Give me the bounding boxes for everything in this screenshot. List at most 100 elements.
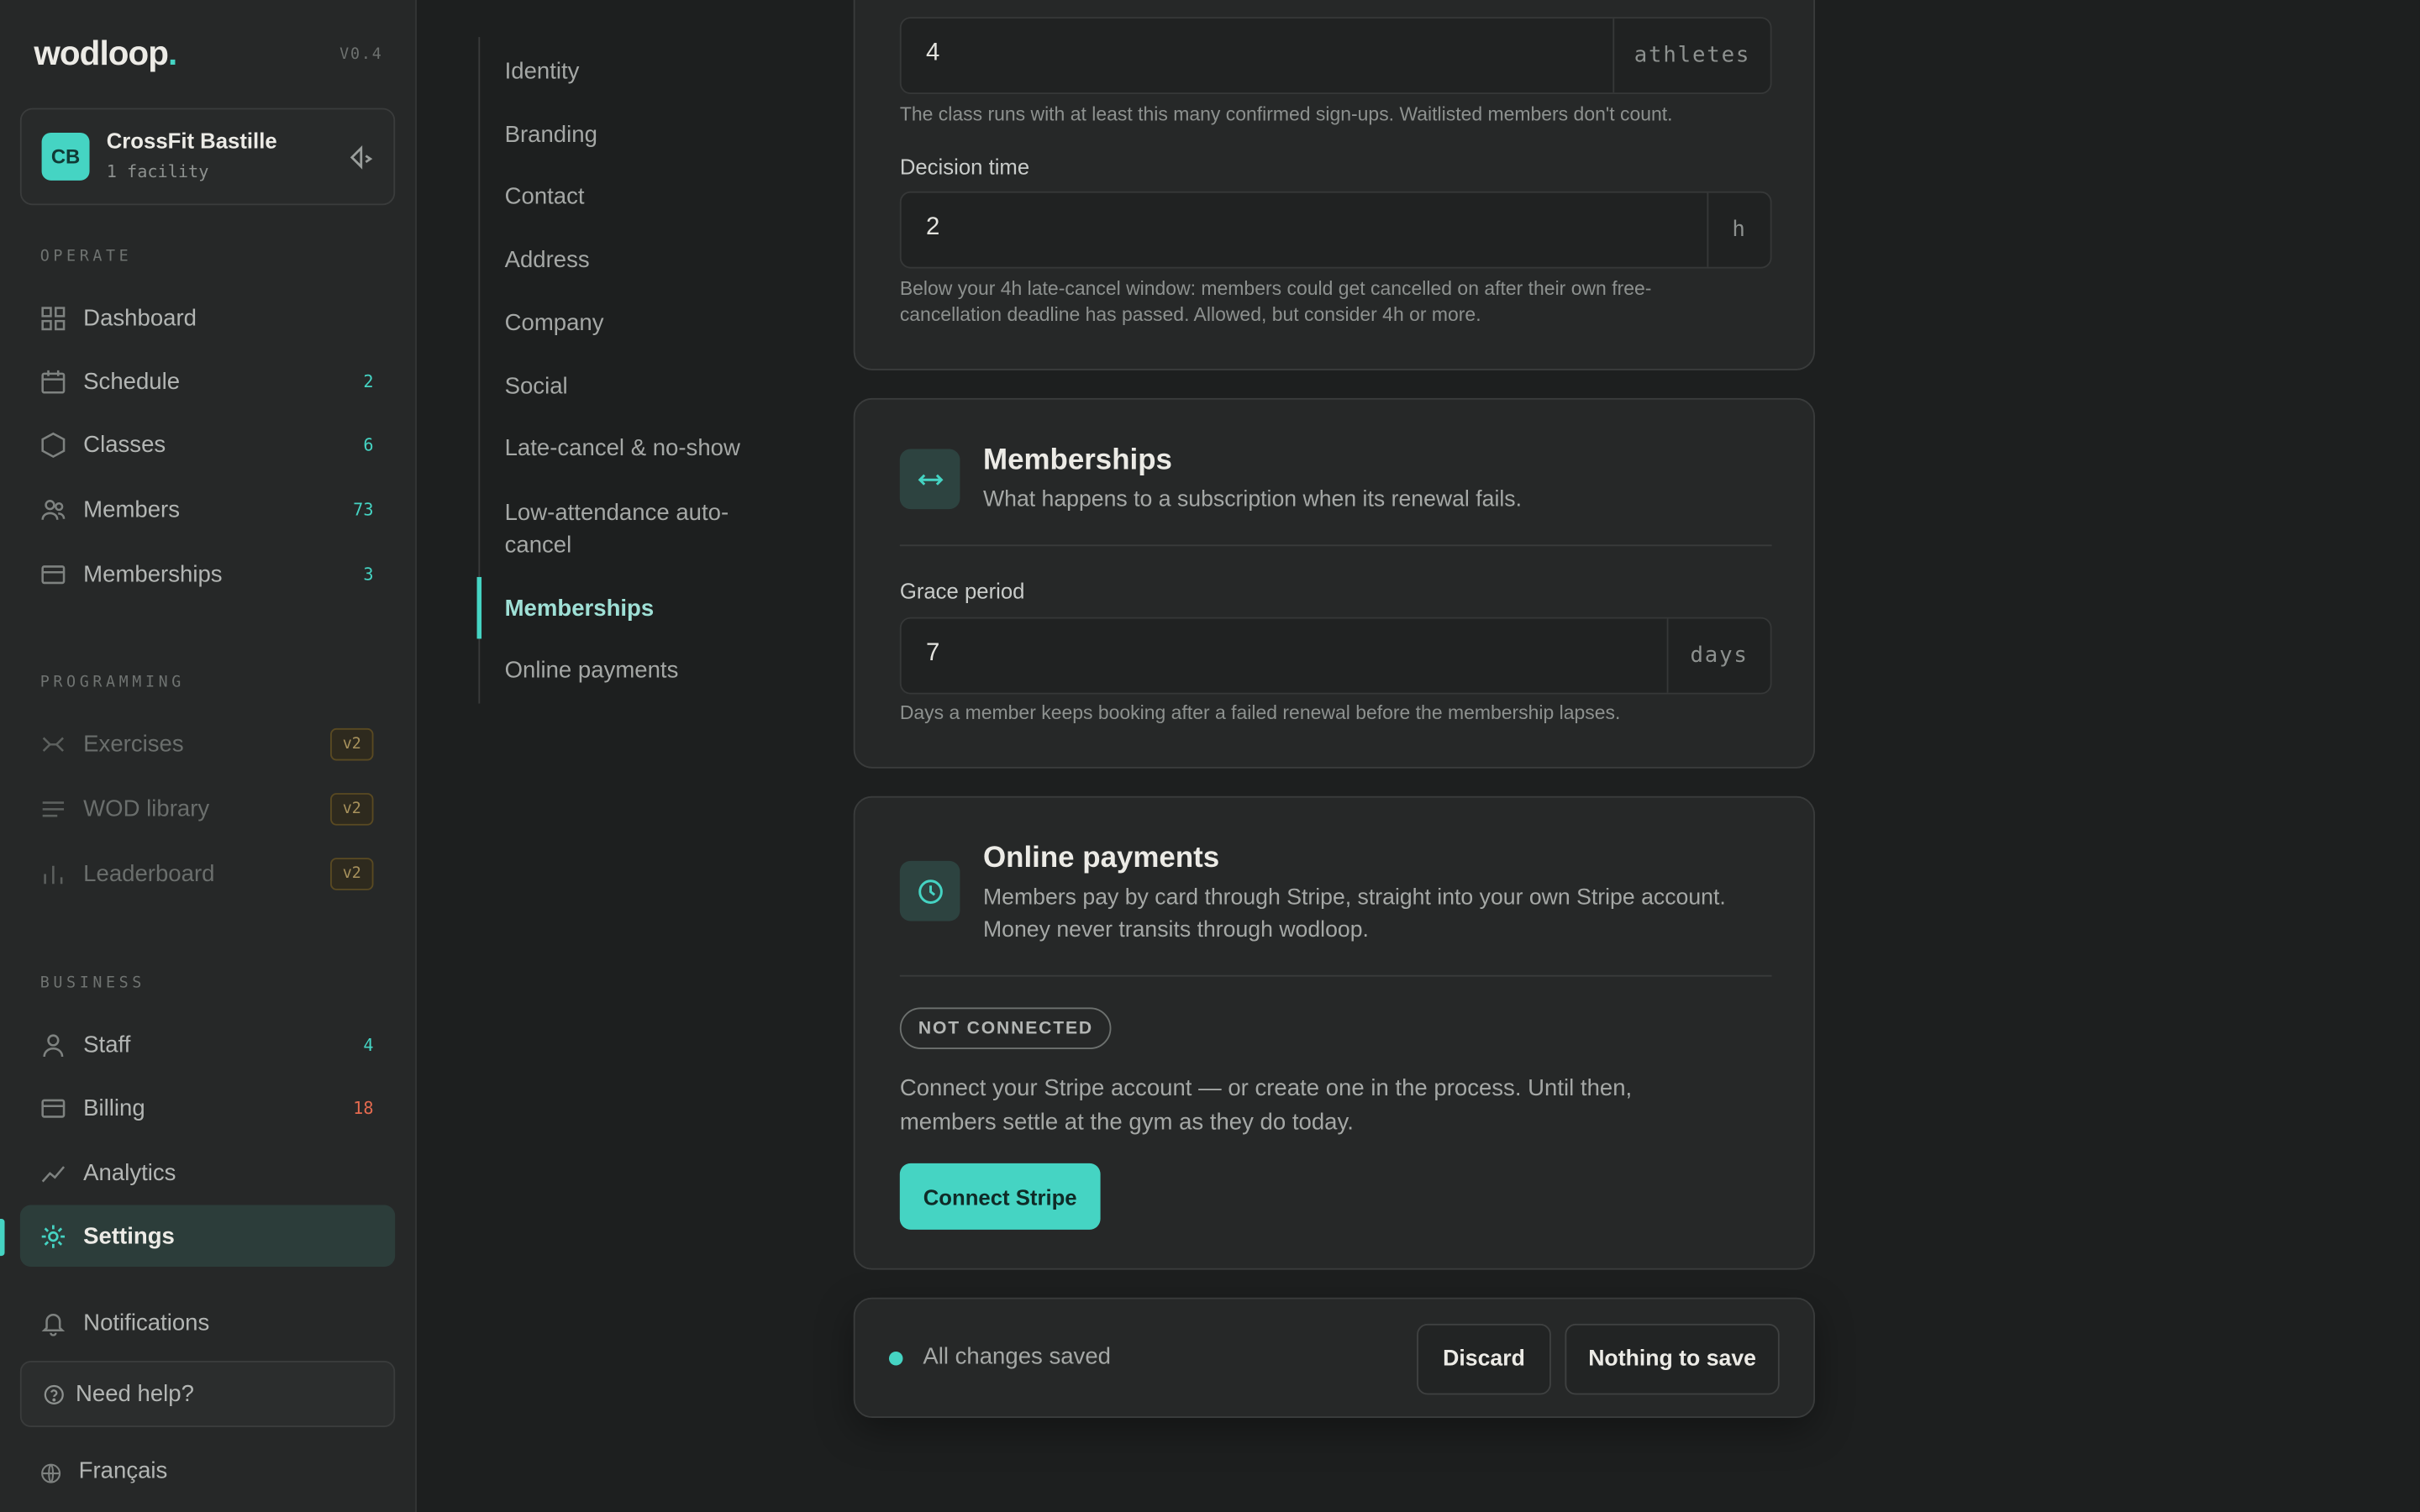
app-logo[interactable]: wodloop. — [34, 34, 177, 74]
memberships-card: Memberships What happens to a subscripti… — [853, 397, 1815, 769]
save-bar: All changes saved Discard Nothing to sav… — [853, 1297, 1815, 1418]
sidebar-item-label: Exercises — [83, 730, 184, 757]
collapse-sidebar-icon[interactable] — [347, 142, 378, 173]
decision-time-value: 2 — [926, 214, 940, 241]
count-badge: 3 — [363, 564, 374, 585]
grace-period-unit: days — [1666, 618, 1770, 693]
sidebar-item-memberships[interactable]: Memberships 3 — [20, 543, 395, 605]
card-icon — [41, 1099, 66, 1118]
min-attendance-field[interactable]: 4 athletes — [899, 17, 1772, 95]
org-switcher[interactable]: CB CrossFit Bastille 1 facility — [19, 108, 396, 206]
min-attendance-value: 4 — [926, 39, 940, 66]
count-badge: 73 — [353, 499, 374, 520]
users-icon — [41, 500, 66, 520]
hexagon-icon — [41, 432, 66, 458]
sidebar-item-notifications[interactable]: Notifications — [20, 1291, 395, 1352]
subnav-active-indicator — [476, 576, 482, 639]
app-root: wodloop. V0.4 CB CrossFit Bastille 1 fac… — [0, 0, 2420, 1512]
help-button[interactable]: Need help? — [19, 1360, 396, 1427]
org-name: CrossFit Bastille — [106, 128, 277, 153]
memberships-subtitle: What happens to a subscription when its … — [982, 487, 1523, 512]
sidebar-item-label: Notifications — [83, 1309, 210, 1336]
sidebar-item-wod-library[interactable]: WOD library v2 — [20, 778, 395, 839]
grace-period-value: 7 — [926, 640, 940, 667]
online-payments-title: Online payments — [982, 842, 1220, 875]
section-label-business: BUSINESS — [39, 974, 145, 993]
connection-status-badge: NOT CONNECTED — [899, 1007, 1113, 1049]
subnav-item-identity[interactable]: Identity — [505, 55, 775, 88]
sidebar-item-label: Members — [83, 496, 181, 522]
version-badge: v2 — [330, 793, 374, 826]
sidebar-item-label: Staff — [83, 1031, 131, 1058]
sidebar-item-analytics[interactable]: Analytics — [20, 1142, 395, 1203]
discard-button[interactable]: Discard — [1417, 1323, 1551, 1395]
subnav-item-low-attendance[interactable]: Low-attendance auto-cancel — [505, 496, 775, 561]
subnav-item-social[interactable]: Social — [505, 370, 775, 403]
count-badge: 6 — [363, 434, 374, 454]
trend-icon — [41, 1166, 66, 1183]
sidebar-item-dashboard[interactable]: Dashboard — [20, 287, 395, 349]
sidebar-item-billing[interactable]: Billing 18 — [20, 1077, 395, 1138]
sidebar-item-classes[interactable]: Classes 6 — [20, 413, 395, 475]
decision-time-field[interactable]: 2 h — [899, 191, 1772, 269]
sidebar-item-label: Settings — [83, 1222, 175, 1249]
sidebar-item-label: Memberships — [83, 560, 223, 587]
org-facilities: 1 facility — [106, 161, 209, 182]
min-attendance-unit: athletes — [1612, 18, 1770, 93]
count-badge: 4 — [363, 1034, 374, 1055]
app-version: V0.4 — [339, 46, 383, 64]
sidebar-item-exercises[interactable]: Exercises v2 — [20, 713, 395, 774]
subnav-item-address[interactable]: Address — [505, 244, 775, 276]
sidebar-item-label: Leaderboard — [83, 859, 215, 887]
sidebar-item-staff[interactable]: Staff 4 — [20, 1014, 395, 1075]
question-icon — [44, 1384, 64, 1404]
low-attendance-card: 4 athletes The class runs with at least … — [853, 0, 1815, 370]
version-badge: v2 — [330, 858, 374, 890]
version-badge: v2 — [330, 727, 374, 761]
subnav-item-branding[interactable]: Branding — [505, 118, 775, 151]
lines-icon — [42, 801, 65, 817]
language-label: Français — [78, 1457, 168, 1484]
online-payments-card: Online payments Members pay by card thro… — [853, 795, 1815, 1270]
sidebar-item-label: Schedule — [83, 368, 181, 395]
gear-icon — [41, 1225, 66, 1248]
grace-period-help: Days a member keeps booking after a fail… — [899, 701, 1621, 724]
connect-stripe-button[interactable]: Connect Stripe — [899, 1163, 1101, 1230]
decision-time-label: Decision time — [899, 154, 1030, 180]
subnav-item-contact[interactable]: Contact — [505, 181, 775, 213]
count-badge: 18 — [353, 1097, 374, 1118]
section-label-programming: PROGRAMMING — [39, 674, 185, 691]
grace-period-field[interactable]: 7 days — [899, 617, 1772, 695]
grid-icon — [41, 307, 66, 331]
online-payments-subtitle: Members pay by card through Stripe, stra… — [982, 885, 1726, 943]
subnav-item-memberships[interactable]: Memberships — [505, 592, 775, 625]
bell-icon — [41, 1314, 66, 1336]
calendar-icon — [41, 370, 66, 394]
active-indicator — [0, 1219, 5, 1257]
sidebar-item-label: Billing — [83, 1095, 145, 1121]
arrows-horizontal-icon — [899, 449, 960, 510]
subnav-item-company[interactable]: Company — [505, 307, 775, 340]
memberships-title: Memberships — [982, 444, 1172, 477]
divider — [899, 544, 1772, 547]
divider — [899, 974, 1772, 977]
subnav-item-online-payments[interactable]: Online payments — [505, 654, 775, 687]
sidebar-item-members[interactable]: Members 73 — [20, 478, 395, 539]
sidebar-item-label: Classes — [83, 431, 166, 458]
sidebar-item-label: Analytics — [83, 1159, 176, 1186]
sidebar-item-leaderboard[interactable]: Leaderboard v2 — [20, 843, 395, 904]
save-status: All changes saved — [923, 1343, 1111, 1371]
subnav-item-late-cancel[interactable]: Late-cancel & no-show — [505, 432, 775, 465]
sidebar-item-schedule[interactable]: Schedule 2 — [20, 350, 395, 412]
sidebar-item-settings[interactable]: Settings — [19, 1205, 396, 1267]
count-badge: 2 — [363, 370, 374, 391]
saved-status-dot — [888, 1351, 903, 1366]
decision-time-help: Below your 4h late-cancel window: member… — [899, 277, 1652, 326]
card-icon — [41, 565, 66, 585]
save-button[interactable]: Nothing to save — [1565, 1323, 1780, 1395]
org-avatar: CB — [41, 132, 90, 181]
decision-time-unit: h — [1707, 192, 1770, 267]
sidebar: wodloop. V0.4 CB CrossFit Bastille 1 fac… — [0, 0, 417, 1512]
online-payments-body: Connect your Stripe account — or create … — [899, 1075, 1633, 1136]
clock-icon — [899, 860, 960, 921]
